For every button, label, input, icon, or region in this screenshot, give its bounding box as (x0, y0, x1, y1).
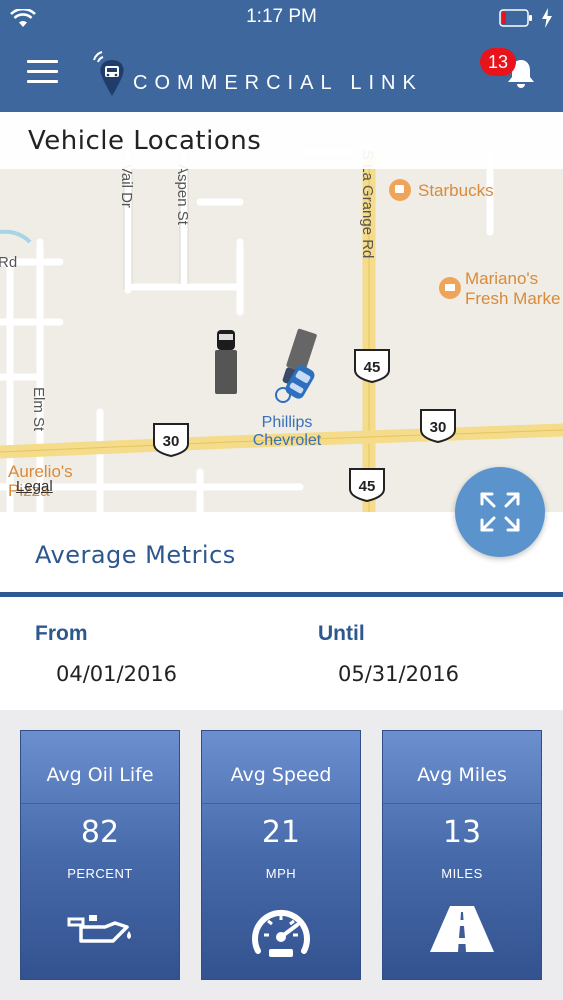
from-date-field[interactable]: 04/01/2016 (56, 662, 177, 686)
minor-streets (0, 148, 494, 512)
street-label-vail-dr: Vail Dr (118, 164, 135, 208)
map-legal-link[interactable]: Legal (16, 478, 53, 495)
svg-text:45: 45 (359, 478, 376, 495)
card-unit: MILES (441, 866, 483, 881)
card-unit: PERCENT (67, 866, 133, 881)
svg-text:45: 45 (364, 359, 381, 376)
road-icon (430, 906, 494, 952)
dealer-label-line2[interactable]: Chevrolet (253, 432, 322, 449)
street-label-rd: Rd (0, 254, 17, 271)
vehicle-pin-logo-icon (93, 51, 124, 96)
status-bar: 1:17 PM (0, 0, 563, 36)
water-strip (0, 229, 32, 244)
menu-button[interactable] (27, 60, 58, 84)
app-brand-title: COMMERCIAL LINK (133, 72, 423, 94)
speedometer-icon (252, 909, 310, 957)
expand-arrows-icon (480, 492, 520, 532)
card-title: Avg Miles (417, 764, 507, 786)
card-title: Avg Speed (230, 764, 332, 786)
expand-map-button[interactable] (455, 467, 545, 557)
card-value: 13 (442, 815, 482, 850)
svg-text:30: 30 (163, 433, 180, 450)
card-unit: MPH (265, 866, 297, 881)
charging-icon (542, 8, 552, 28)
until-date-field[interactable]: 05/31/2016 (338, 662, 459, 686)
from-label: From (35, 622, 88, 645)
route-45-shield-south: 45 (349, 468, 385, 503)
truck-marker-black[interactable] (215, 330, 237, 394)
route-30-shield-east: 30 (420, 409, 456, 444)
card-value: 82 (80, 815, 120, 850)
date-range: From 04/01/2016 Until 05/31/2016 (0, 597, 563, 710)
app-header: COMMERCIAL LINK 13 (0, 36, 563, 112)
svg-text:30: 30 (430, 419, 447, 436)
map-canvas: Vail Dr Aspen St S La Grange Rd Elm St R… (0, 148, 563, 512)
metric-cards: Avg Oil Life 82 PERCENT Avg Speed 21 MPH (0, 710, 563, 1000)
poi-fresh-market[interactable]: Fresh Marke (465, 289, 560, 308)
status-time: 1:17 PM (246, 6, 317, 27)
oil-life-card[interactable]: Avg Oil Life 82 PERCENT (20, 730, 180, 980)
route-30-shield-west: 30 (153, 423, 189, 458)
battery-icon (499, 9, 532, 27)
until-label: Until (318, 622, 365, 645)
map-title-bar: Vehicle Locations (0, 112, 563, 169)
speed-card[interactable]: Avg Speed 21 MPH (201, 730, 361, 980)
notification-badge[interactable]: 13 (480, 48, 516, 76)
route-45-shield-north: 45 (354, 349, 390, 384)
metrics-title: Average Metrics (35, 541, 236, 569)
map-title: Vehicle Locations (28, 126, 262, 156)
street-label-elm-st: Elm St (30, 387, 47, 432)
street-label-aspen-st: Aspen St (174, 164, 191, 226)
miles-card[interactable]: Avg Miles 13 MILES (382, 730, 542, 980)
card-title: Avg Oil Life (46, 764, 154, 786)
vehicle-map[interactable]: Vail Dr Aspen St S La Grange Rd Elm St R… (0, 112, 563, 512)
oil-can-icon (67, 915, 131, 943)
card-value: 21 (261, 815, 301, 850)
app-screen: 1:17 PM COMMERCIAL LINK 13 Vail Dr Aspen… (0, 0, 563, 1000)
poi-marianos[interactable]: Mariano's (465, 269, 538, 288)
dealer-label-line1[interactable]: Phillips (262, 414, 313, 431)
poi-starbucks[interactable]: Starbucks (418, 181, 494, 200)
